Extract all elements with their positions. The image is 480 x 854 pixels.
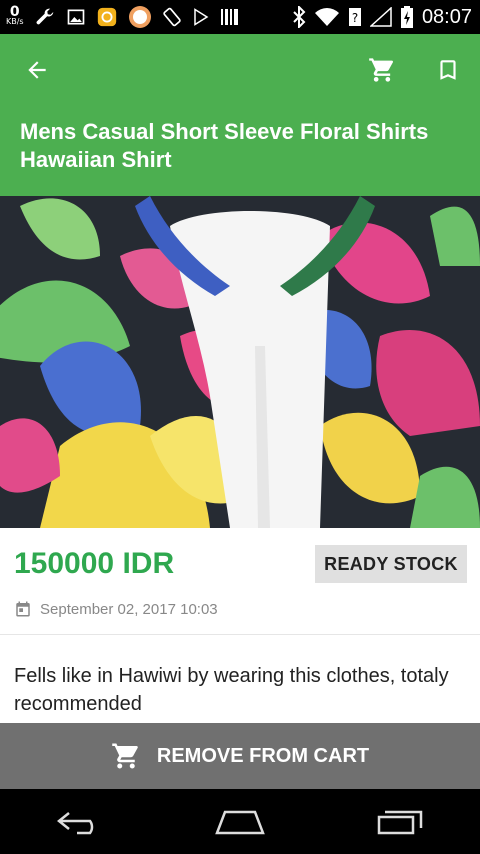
cpu-icon [128,6,151,28]
post-date: September 02, 2017 10:03 [14,600,218,618]
post-date-text: September 02, 2017 10:03 [40,600,218,618]
nav-home-button[interactable] [205,797,275,847]
cart-icon [369,58,394,82]
product-price: 150000 IDR [14,547,175,580]
nav-back-button[interactable] [45,797,115,847]
wifi-icon [314,8,339,26]
barcode-icon [220,9,238,25]
signal-icon [369,7,392,27]
bookmark-button[interactable] [432,54,464,86]
sim-unknown-icon: ? [348,8,361,26]
wrench-icon [36,8,53,25]
nav-recents-icon [377,810,423,834]
product-description: Fells like in Hawiwi by wearing this clo… [14,665,449,715]
svg-text:?: ? [352,11,358,25]
nav-home-icon [215,810,265,834]
bookmark-icon [440,60,456,80]
status-bar: 0 KB/s ? 08:07 [0,0,480,34]
net-speed-unit: KB/s [6,17,24,26]
play-store-icon [193,8,209,26]
product-image [0,196,480,528]
bluetooth-icon [293,6,306,28]
nav-recents-button[interactable] [365,797,435,847]
remove-from-cart-button[interactable]: REMOVE FROM CART [0,723,480,789]
image-icon [67,9,84,25]
net-speed-value: 0 [9,4,20,20]
rotate-icon [162,7,181,27]
product-title: Mens Casual Short Sleeve Floral Shirts H… [20,119,429,172]
arrow-back-icon [28,61,46,79]
calendar-icon [16,601,30,617]
nav-back-icon [57,811,94,834]
battery-icon [400,6,413,28]
cart-button[interactable] [366,54,398,86]
status-right-icons: ? 08:07 [292,3,472,31]
system-nav-bar [0,789,480,854]
cart-icon [112,743,138,769]
app-bar: Mens Casual Short Sleeve Floral Shirts H… [0,34,480,196]
net-speed: 0 KB/s [6,4,24,27]
stock-status-badge: READY STOCK [315,545,467,583]
back-button[interactable] [21,54,53,86]
divider [0,634,480,635]
app-yellow-icon [97,7,116,27]
clock: 08:07 [421,5,472,28]
remove-from-cart-label: REMOVE FROM CART [156,744,370,767]
status-left-icons: 0 KB/s [6,3,240,31]
